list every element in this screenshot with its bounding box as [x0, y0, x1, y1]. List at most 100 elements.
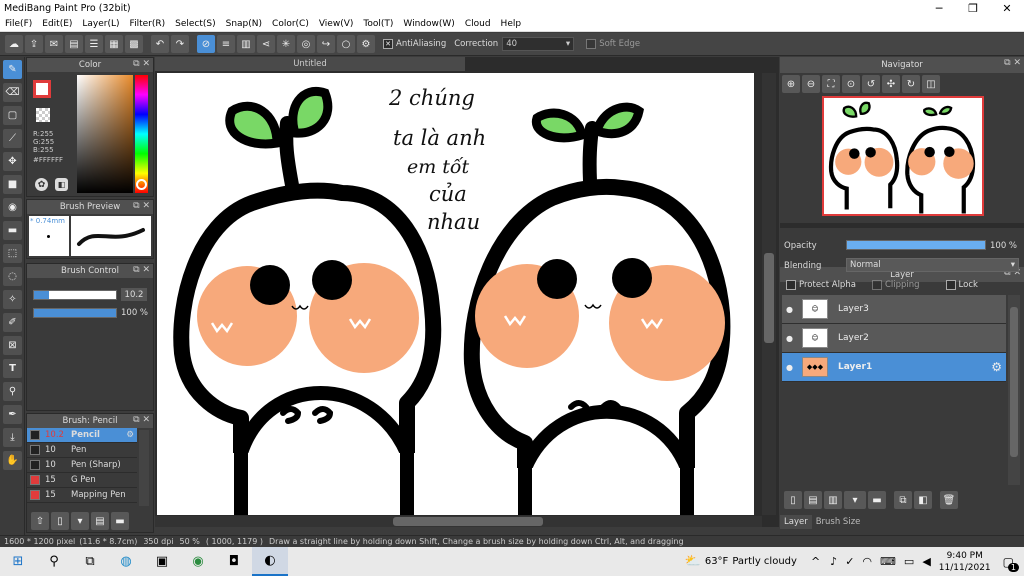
brush-item-pen-sharp[interactable]: 10 Pen (Sharp) — [27, 458, 137, 473]
menu-tool[interactable]: Tool(T) — [358, 19, 398, 29]
move-tool-icon[interactable]: ✥ — [3, 152, 22, 171]
menu-layer[interactable]: Layer(L) — [77, 19, 124, 29]
color-history-icon[interactable]: ◧ — [55, 178, 68, 191]
brush-opacity-slider[interactable] — [33, 308, 117, 318]
panel-menu-icon[interactable]: ⧉ ✕ — [133, 265, 150, 275]
brush-item-pen[interactable]: 10 Pen — [27, 443, 137, 458]
layer-row-layer2[interactable]: ● ☺ Layer2 — [782, 324, 1006, 353]
weather-temp[interactable]: 63°F — [705, 556, 728, 567]
weather-text[interactable]: Partly cloudy — [732, 556, 797, 567]
radial-snap-icon[interactable]: ✳ — [277, 35, 295, 53]
brush-size-slider[interactable] — [33, 290, 117, 300]
medibang-app-icon[interactable]: ◐ — [252, 547, 288, 576]
brush-size-value[interactable]: 10.2 — [121, 288, 147, 301]
layer-list-scrollbar[interactable] — [1008, 295, 1020, 485]
magic-wand-icon[interactable]: ✧ — [3, 290, 22, 309]
upload-icon[interactable]: ⇪ — [25, 35, 43, 53]
brush-list-scrollbar[interactable] — [139, 430, 149, 506]
layer-row-layer3[interactable]: ● ☺ Layer3 — [782, 295, 1006, 324]
clock[interactable]: 9:40 PM 11/11/2021 — [939, 550, 991, 574]
cloud-icon[interactable]: ☁ — [5, 35, 23, 53]
new-folder-icon[interactable]: ▬ — [868, 491, 886, 509]
saturation-value-picker[interactable] — [77, 75, 133, 193]
visibility-eye-icon[interactable]: ● — [782, 363, 794, 372]
app-icon[interactable]: ◉ — [180, 547, 216, 576]
palette-icon[interactable]: ✿ — [35, 178, 48, 191]
new-color-layer-icon[interactable]: ▤ — [804, 491, 822, 509]
hue-slider[interactable] — [135, 75, 148, 193]
add-brush-icon[interactable]: ⇧ — [31, 512, 49, 530]
lock-checkbox[interactable] — [945, 280, 956, 290]
brush-settings-icon[interactable]: ▤ — [91, 512, 109, 530]
panel-menu-icon[interactable]: ⧉ ✕ — [133, 415, 150, 425]
store-icon[interactable]: ▣ — [144, 547, 180, 576]
menu-file[interactable]: File(F) — [0, 19, 37, 29]
rotate-left-icon[interactable]: ↺ — [862, 75, 880, 93]
menu-snap[interactable]: Snap(N) — [221, 19, 267, 29]
select-eraser-icon[interactable]: ⊠ — [3, 336, 22, 355]
bucket-tool-icon[interactable]: ◉ — [3, 198, 22, 217]
tiles-icon[interactable]: ▩ — [125, 35, 143, 53]
zoom-out-icon[interactable]: ⊖ — [802, 75, 820, 93]
speaker-icon[interactable]: ♪ — [830, 555, 837, 568]
rotate-right-icon[interactable]: ↻ — [902, 75, 920, 93]
gradient-tool-icon[interactable]: ▬ — [3, 221, 22, 240]
transparent-swatch[interactable] — [36, 108, 50, 122]
menu-view[interactable]: View(V) — [314, 19, 359, 29]
zoom-reset-icon[interactable]: ⊙ — [842, 75, 860, 93]
menu-color[interactable]: Color(C) — [267, 19, 314, 29]
select-pen-icon[interactable]: ✐ — [3, 313, 22, 332]
ring-snap-icon[interactable]: ○ — [337, 35, 355, 53]
chat-icon[interactable]: ✉ — [45, 35, 63, 53]
merge-down-icon[interactable]: ◧ — [914, 491, 932, 509]
snap-settings-icon[interactable]: ⚙ — [357, 35, 375, 53]
layer-opacity-slider[interactable] — [846, 240, 986, 250]
canvas-horizontal-scrollbar[interactable] — [155, 516, 762, 527]
keyboard-icon[interactable]: ⌨ — [880, 555, 896, 568]
undo-icon[interactable]: ↶ — [151, 35, 169, 53]
menu-window[interactable]: Window(W) — [398, 19, 459, 29]
wifi-icon[interactable]: ◠ — [862, 555, 872, 568]
visibility-eye-icon[interactable]: ● — [782, 305, 794, 314]
windows-start-icon[interactable]: ⊞ — [0, 547, 36, 576]
restore-icon[interactable]: ❐ — [956, 2, 990, 15]
new-brush-icon[interactable]: ▯ — [51, 512, 69, 530]
cross-snap-icon[interactable]: ▥ — [237, 35, 255, 53]
primary-color-swatch[interactable] — [33, 80, 51, 98]
chevron-up-icon[interactable]: ^ — [811, 555, 820, 568]
hand-tool-icon[interactable]: ✋ — [3, 451, 22, 470]
notification-icon[interactable]: ▢ 1 — [1003, 555, 1019, 572]
select-tool-icon[interactable]: ⬚ — [3, 244, 22, 263]
blending-dropdown[interactable]: Normal ▾ — [846, 258, 1019, 272]
brush-menu-icon[interactable]: ▾ — [71, 512, 89, 530]
task-view-icon[interactable]: ⧉ — [72, 547, 108, 576]
parallel-snap-icon[interactable]: ≡ — [217, 35, 235, 53]
eraser-tool-icon[interactable]: ⌫ — [3, 83, 22, 102]
battery-icon[interactable]: ▭ — [904, 555, 914, 568]
camera-app-icon[interactable]: ◘ — [216, 547, 252, 576]
visibility-eye-icon[interactable]: ● — [782, 334, 794, 343]
antialiasing-checkbox[interactable]: ✕ — [383, 39, 393, 49]
menu-help[interactable]: Help — [496, 19, 527, 29]
navigator-preview[interactable] — [822, 96, 984, 216]
document-tab[interactable]: Untitled — [155, 57, 465, 71]
brush-item-g-pen[interactable]: 15 G Pen — [27, 473, 137, 488]
grid-icon[interactable]: ▦ — [105, 35, 123, 53]
line-tool-icon[interactable]: ⟋ — [3, 129, 22, 148]
circle-snap-icon[interactable]: ◎ — [297, 35, 315, 53]
delete-layer-icon[interactable]: 🗑 — [940, 491, 958, 509]
brush-tool-icon[interactable]: ✎ — [3, 60, 22, 79]
menu-select[interactable]: Select(S) — [170, 19, 221, 29]
canvas-vertical-scrollbar[interactable] — [762, 73, 776, 515]
close-icon[interactable]: ✕ — [990, 2, 1024, 15]
panel-menu-icon[interactable]: ⧉ ✕ — [1004, 58, 1021, 68]
list-icon[interactable]: ☰ — [85, 35, 103, 53]
layer-row-layer1[interactable]: ● ◆◆◆ Layer1 ⚙ — [782, 353, 1006, 382]
menu-cloud[interactable]: Cloud — [460, 19, 496, 29]
flip-icon[interactable]: ◫ — [922, 75, 940, 93]
edge-browser-icon[interactable]: ◍ — [108, 547, 144, 576]
minimize-icon[interactable]: ─ — [922, 2, 956, 15]
fullscreen-icon[interactable]: ✣ — [882, 75, 900, 93]
panel-menu-icon[interactable]: ⧉ ✕ — [133, 201, 150, 211]
protect-alpha-checkbox[interactable] — [786, 280, 796, 290]
